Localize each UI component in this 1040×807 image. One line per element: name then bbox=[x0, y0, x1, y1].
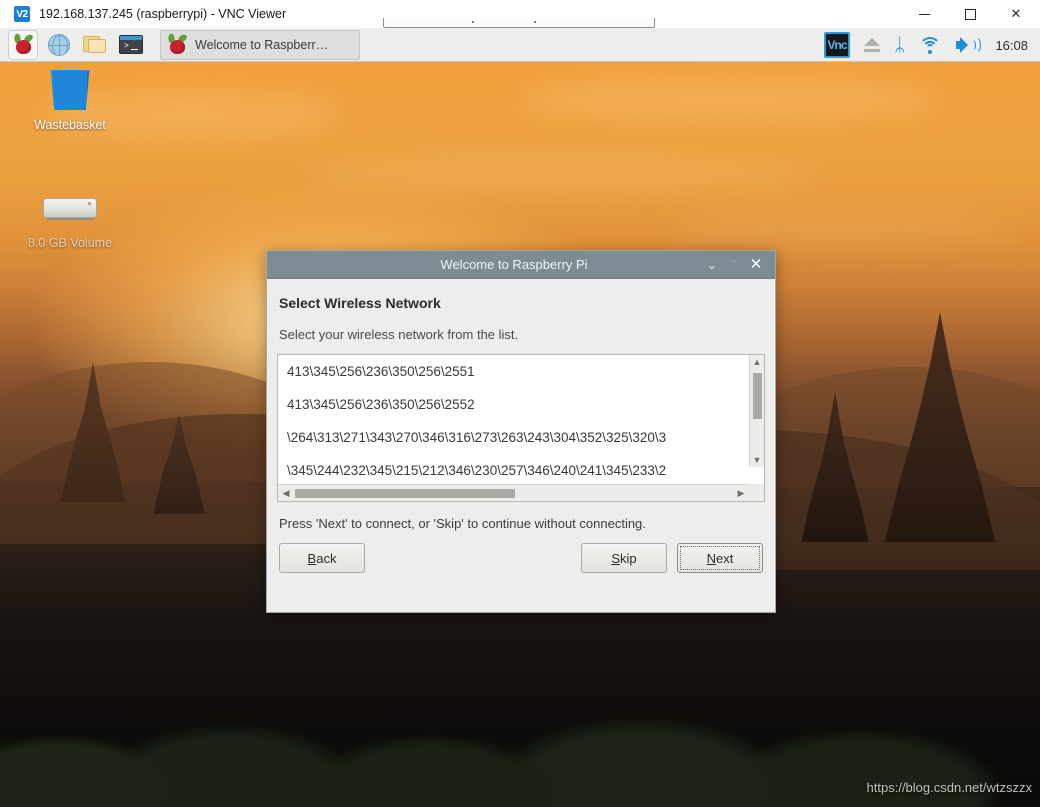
next-button[interactable]: Next bbox=[677, 543, 763, 573]
tray-bluetooth-button[interactable]: ᛦ bbox=[894, 36, 905, 55]
network-list-vertical-scrollbar[interactable]: ▲ ▼ bbox=[749, 355, 764, 467]
skip-button[interactable]: Skip bbox=[581, 543, 667, 573]
network-list-rows: 413\345\256\236\350\256\2551 413\345\256… bbox=[278, 355, 764, 484]
dialog-title: Welcome to Raspberry Pi bbox=[267, 257, 701, 272]
tray-eject-button[interactable] bbox=[864, 37, 880, 53]
network-list-item[interactable]: 413\345\256\236\350\256\2552 bbox=[278, 388, 764, 421]
desktop-icon-label: Wastebasket bbox=[20, 118, 120, 132]
network-list-horizontal-scrollbar[interactable]: ◀ ▶ bbox=[278, 484, 764, 501]
back-button-mnemonic: B bbox=[308, 551, 317, 566]
terminal-launcher[interactable]: > bbox=[116, 30, 146, 60]
back-button[interactable]: Back bbox=[279, 543, 365, 573]
vnc-floating-toolbar-tab[interactable] bbox=[383, 18, 655, 28]
drive-icon bbox=[43, 194, 97, 224]
vnc-server-icon: Vnc bbox=[824, 32, 850, 58]
wifi-icon bbox=[919, 36, 941, 54]
desktop-icon-label: 8.0 GB Volume bbox=[20, 236, 120, 250]
drive-body bbox=[43, 198, 97, 218]
dialog-minimize-button[interactable]: ⌄ bbox=[701, 251, 723, 279]
scroll-left-arrow-icon[interactable]: ◀ bbox=[279, 485, 293, 501]
scroll-right-arrow-icon[interactable]: ▶ bbox=[734, 485, 748, 501]
window-minimize-button[interactable] bbox=[901, 0, 947, 28]
dialog-close-button[interactable]: ✕ bbox=[745, 251, 767, 279]
vertical-scroll-thumb[interactable] bbox=[753, 373, 762, 419]
file-manager-icon bbox=[83, 35, 107, 54]
bluetooth-icon: ᛦ bbox=[894, 36, 905, 55]
vnc-viewer-window: V2 192.168.137.245 (raspberrypi) - VNC V… bbox=[0, 0, 1040, 807]
desktop-icon-wastebasket[interactable]: Wastebasket bbox=[20, 70, 120, 132]
raspberry-icon bbox=[167, 35, 187, 55]
taskbar-clock[interactable]: 16:08 bbox=[995, 38, 1028, 53]
file-manager-launcher[interactable] bbox=[80, 30, 110, 60]
dialog-button-row: Back Skip Next bbox=[277, 543, 765, 573]
dialog-subtext: Select your wireless network from the li… bbox=[279, 327, 765, 342]
system-tray: Vnc ᛦ 1 bbox=[800, 28, 1032, 62]
remote-desktop: Wastebasket 8.0 GB Volume bbox=[0, 28, 1040, 807]
horizontal-scroll-thumb[interactable] bbox=[295, 489, 515, 498]
dialog-titlebar[interactable]: Welcome to Raspberry Pi ⌄ ⌃ ✕ bbox=[267, 251, 775, 279]
raspberry-menu-icon bbox=[13, 35, 33, 55]
web-browser-icon bbox=[48, 34, 70, 56]
raspberry-menu-button[interactable] bbox=[8, 30, 38, 60]
vnc-window-title: 192.168.137.245 (raspberrypi) - VNC View… bbox=[39, 0, 286, 28]
maximize-icon bbox=[965, 9, 976, 20]
tray-vnc-server-button[interactable]: Vnc bbox=[814, 32, 850, 58]
watermark-text: https://blog.csdn.net/wtzszzx bbox=[867, 780, 1032, 795]
network-list-item[interactable]: \345\244\232\345\215\212\346\230\257\346… bbox=[278, 454, 764, 484]
minimize-icon bbox=[919, 14, 930, 15]
tray-volume-button[interactable] bbox=[955, 36, 979, 54]
volume-icon bbox=[955, 36, 979, 54]
drive-slot bbox=[47, 218, 93, 220]
window-maximize-button[interactable] bbox=[947, 0, 993, 28]
terminal-icon: > bbox=[119, 35, 143, 54]
vnc-logo-icon: V2 bbox=[14, 6, 30, 22]
network-list-item[interactable]: 413\345\256\236\350\256\2551 bbox=[278, 355, 764, 388]
web-browser-launcher[interactable] bbox=[44, 30, 74, 60]
tray-wifi-button[interactable] bbox=[919, 36, 941, 54]
dialog-heading: Select Wireless Network bbox=[279, 295, 765, 311]
lxde-taskbar: > Welcome to Raspberr… Vnc ᛦ bbox=[0, 28, 1040, 62]
welcome-to-raspberry-pi-dialog: Welcome to Raspberry Pi ⌄ ⌃ ✕ Select Wir… bbox=[266, 250, 776, 613]
scrollbar-corner bbox=[749, 484, 764, 501]
taskbar-window-button-welcome[interactable]: Welcome to Raspberr… bbox=[160, 30, 360, 60]
eject-icon bbox=[864, 37, 880, 53]
wireless-network-list[interactable]: 413\345\256\236\350\256\2551 413\345\256… bbox=[277, 354, 765, 502]
back-button-label: ack bbox=[316, 551, 336, 566]
scroll-down-arrow-icon[interactable]: ▼ bbox=[750, 453, 764, 467]
taskbar-window-label: Welcome to Raspberr… bbox=[195, 38, 328, 52]
drive-led bbox=[88, 202, 91, 205]
dialog-body: Select Wireless Network Select your wire… bbox=[267, 279, 775, 612]
scroll-up-arrow-icon[interactable]: ▲ bbox=[750, 355, 764, 369]
desktop-icon-volume[interactable]: 8.0 GB Volume bbox=[20, 188, 120, 250]
skip-button-label: kip bbox=[620, 551, 637, 566]
next-button-mnemonic: N bbox=[707, 551, 716, 566]
next-button-label: ext bbox=[716, 551, 733, 566]
dialog-hint-text: Press 'Next' to connect, or 'Skip' to co… bbox=[279, 516, 765, 531]
skip-button-mnemonic: S bbox=[611, 551, 620, 566]
network-list-item[interactable]: \264\313\271\343\270\346\316\273\263\243… bbox=[278, 421, 764, 454]
window-close-button[interactable]: ✕ bbox=[993, 0, 1039, 28]
dialog-maximize-button[interactable]: ⌃ bbox=[723, 251, 745, 279]
wastebasket-icon bbox=[48, 70, 92, 110]
